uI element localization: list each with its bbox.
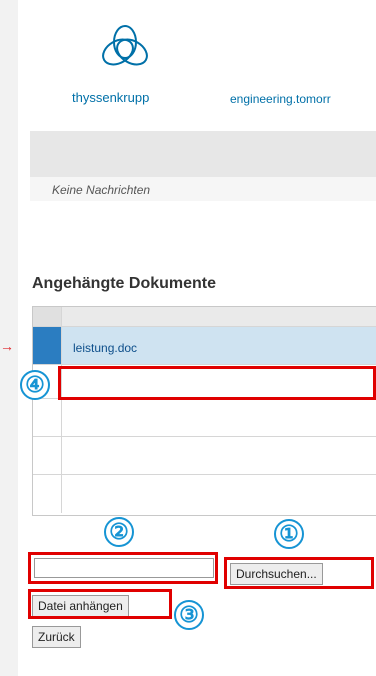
back-button[interactable]: Zurück [32,626,81,648]
arrow-icon: → [0,338,14,354]
row-selector[interactable] [33,437,62,474]
table-row[interactable]: leistung.doc [33,327,376,365]
row-selector[interactable] [33,327,62,364]
table-row[interactable] [33,399,376,437]
brand-tagline: engineering.tomorr [230,92,331,106]
toolbar-area [30,131,376,177]
header-logo-area: thyssenkrupp engineering.tomorr [18,0,376,120]
attachments-table: leistung.doc [32,306,376,516]
callout-1-icon: ① [274,519,304,549]
message-text: Keine Nachrichten [52,183,151,197]
callout-2-icon: ② [104,517,134,547]
callout-4-icon: ④ [20,370,50,400]
callout-3-icon: ③ [174,600,204,630]
brand-name: thyssenkrupp [72,90,150,105]
highlight-box-row [58,366,376,400]
highlight-box-browse [224,557,374,589]
row-selector[interactable] [33,399,62,436]
highlight-box-input [28,552,218,584]
file-name-cell[interactable]: leistung.doc [73,341,137,355]
row-selector[interactable] [33,475,62,513]
table-row[interactable] [33,475,376,513]
select-all-cell[interactable] [33,307,62,326]
table-row[interactable] [33,437,376,475]
section-heading: Angehängte Dokumente [32,275,217,292]
thyssenkrupp-logo-icon [102,25,148,66]
highlight-box-attach [28,589,172,619]
table-header-row [33,307,376,327]
